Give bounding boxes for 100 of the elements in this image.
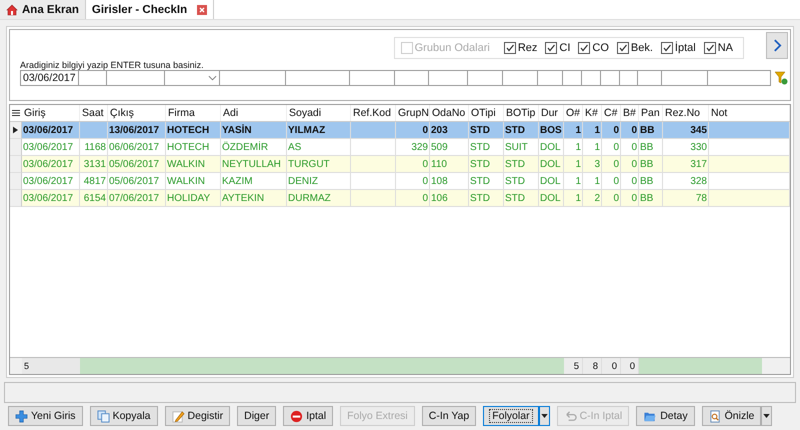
row-pointer-icon [13, 126, 18, 134]
chevron-down-icon [208, 75, 217, 81]
plus-icon [15, 410, 28, 422]
table-row[interactable]: 03/06/2017 4817 05/06/2017 WALKIN KAZIM DENIZ 0 108 STD STD DOL 1 1 0 0 BB 328 [10, 173, 790, 190]
column-header[interactable]: Rez.No [663, 105, 709, 121]
table-row[interactable]: 03/06/2017 6154 07/06/2017 HOLIDAY AYTEKIN DURMAZ 0 106 STD STD DOL 1 2 0 0 BB 78 [10, 190, 790, 207]
column-header[interactable]: Giriş [22, 105, 80, 121]
table-cell: AS [288, 142, 302, 152]
column-header[interactable]: OTipi [469, 105, 504, 121]
table-cell: 0 [631, 142, 637, 152]
column-header[interactable]: O# [564, 105, 583, 121]
check-icon [546, 43, 556, 53]
toolbar-button[interactable]: Iptal [283, 406, 334, 426]
menu-icon[interactable] [12, 109, 20, 117]
close-icon[interactable] [197, 4, 208, 14]
table-cell: 1 [575, 158, 581, 170]
filter-field[interactable] [707, 70, 771, 86]
checkbox[interactable]: NA [704, 42, 733, 54]
filter-field[interactable] [637, 70, 662, 86]
toolbar-button[interactable]: C-In Yap [422, 406, 476, 426]
date-filter-field[interactable]: 03/06/2017 [20, 70, 79, 86]
column-header[interactable]: Not [709, 105, 790, 121]
filter-field[interactable] [349, 70, 395, 86]
checkbox[interactable]: CI [545, 42, 570, 54]
column-header[interactable]: Dur [539, 105, 564, 121]
toolbar-button[interactable]: Detay [636, 406, 695, 426]
table-cell: 06/06/2017 [109, 142, 160, 152]
filter-field[interactable] [467, 70, 503, 86]
toolbar-button[interactable]: Yeni Giris [8, 406, 83, 426]
filter-field[interactable] [537, 70, 563, 86]
table-row[interactable]: 03/06/2017 3131 05/06/2017 WALKIN NEYTULLAH TURGUT 0 110 STD STD DOL 1 3 0 0 BB 317 [10, 156, 790, 173]
filter-field[interactable] [428, 70, 468, 86]
filter-field[interactable] [619, 70, 638, 86]
table-cell: 0 [422, 176, 428, 186]
table-cell: 05/06/2017 [109, 176, 160, 186]
toolbar-button[interactable]: Degistir [164, 406, 230, 426]
filter-field[interactable] [78, 70, 107, 86]
dropdown-button[interactable] [538, 406, 550, 426]
table-row[interactable]: 03/06/2017 13/06/2017 HOTECH YASİN YILMAZ 0 203 STD STD BOS 1 1 0 0 BB 345 [10, 122, 790, 139]
filter-field[interactable] [219, 70, 286, 86]
column-header[interactable]: Çıkış [108, 105, 166, 121]
table-cell: 1168 [84, 142, 106, 152]
tab[interactable]: Ana Ekran [0, 0, 86, 19]
row-count: 5 [22, 358, 80, 374]
dropdown-button[interactable] [761, 406, 772, 426]
filter-field[interactable] [106, 70, 165, 86]
filter-field[interactable] [394, 70, 429, 86]
toolbar-button[interactable]: Kopyala [90, 406, 158, 426]
table-cell: DURMAZ [288, 192, 331, 204]
table-cell: 345 [690, 124, 707, 136]
column-header[interactable]: Pan [639, 105, 663, 121]
checkbox[interactable]: Bek. [616, 42, 653, 54]
filter-field[interactable] [581, 70, 601, 86]
filter-clear-icon[interactable] [774, 71, 788, 85]
checkbox[interactable]: CO [578, 42, 609, 54]
toolbar-button[interactable]: Folyolar [483, 406, 539, 426]
column-header[interactable]: C# [602, 105, 621, 121]
search-hint: Aradiginiz bilgiyi yazip ENTER tusuna basiniz. [20, 60, 205, 70]
table-cell: 110 [431, 158, 447, 170]
dropdown-filter-field[interactable] [164, 70, 220, 86]
column-header[interactable]: Firma [166, 105, 221, 121]
row-header[interactable] [10, 122, 22, 139]
filter-field[interactable] [502, 70, 538, 86]
table-cell: 1 [594, 124, 600, 136]
table-cell: DOL [540, 176, 561, 186]
table-cell: NEYTULLAH [222, 158, 281, 170]
table-cell: STD [470, 176, 490, 186]
column-header[interactable]: BOTip [504, 105, 539, 121]
column-header[interactable]: Saat [80, 105, 108, 121]
checkbox[interactable]: Rez [504, 42, 538, 54]
copy-icon [96, 410, 110, 422]
table-cell: 13/06/2017 [109, 124, 160, 136]
table-cell: 0 [613, 124, 619, 136]
filter-field[interactable] [562, 70, 582, 86]
column-header[interactable]: Soyadi [287, 105, 351, 121]
filter-field[interactable] [661, 70, 708, 86]
table-cell: DOL [540, 158, 561, 170]
table-cell: ÖZDEMİR [222, 142, 268, 152]
table-cell: HOTECH [167, 124, 210, 136]
table-cell: STD [470, 192, 490, 204]
column-header[interactable]: K# [583, 105, 602, 121]
table-cell: 3131 [84, 158, 106, 170]
table-cell: STD [470, 142, 490, 152]
filter-field[interactable] [600, 70, 620, 86]
column-header[interactable]: GrupN [396, 105, 430, 121]
checkbox[interactable]: İptal [660, 42, 696, 54]
next-button[interactable] [766, 32, 788, 59]
table-cell: 6154 [84, 192, 106, 204]
table-cell: 0 [631, 158, 637, 170]
table-cell: 05/06/2017 [109, 158, 160, 170]
column-header[interactable]: Adi [221, 105, 287, 121]
table-cell: STD [505, 192, 525, 204]
toolbar-button[interactable]: Önizle [702, 406, 762, 426]
toolbar-button[interactable]: Diger [237, 406, 276, 426]
column-header[interactable]: B# [621, 105, 639, 121]
table-row[interactable]: 03/06/2017 1168 06/06/2017 HOTECH ÖZDEMİR AS 329 509 STD SUIT DOL 1 1 0 0 BB 330 [10, 139, 790, 156]
column-header[interactable]: Ref.Kod [351, 105, 396, 121]
column-header[interactable]: OdaNo [430, 105, 469, 121]
filter-field[interactable] [285, 70, 350, 86]
table-cell: WALKIN [167, 176, 205, 186]
